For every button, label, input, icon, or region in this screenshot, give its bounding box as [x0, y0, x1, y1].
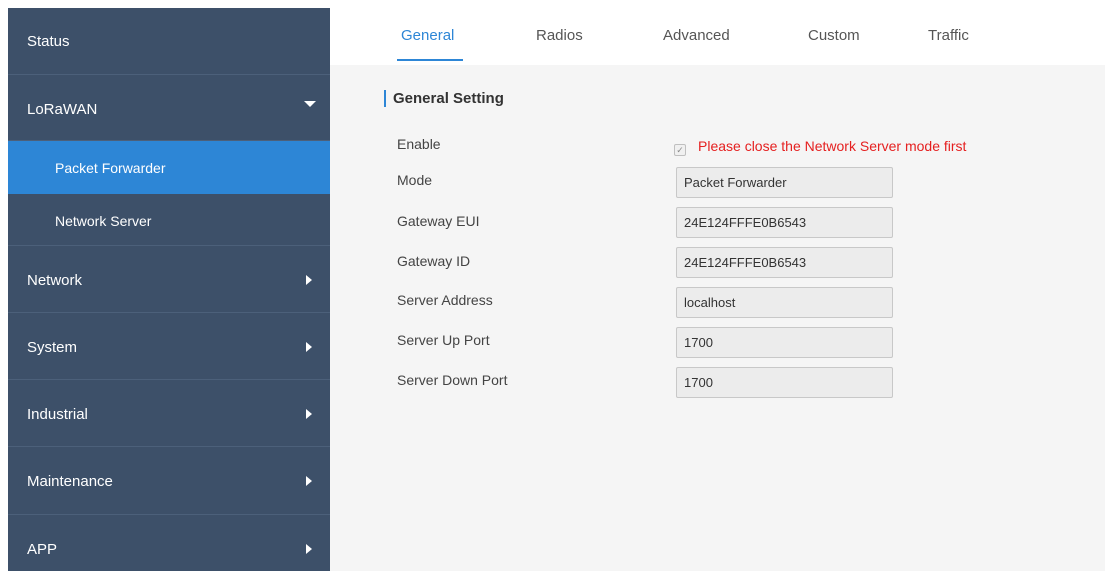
server-down-port-label: Server Down Port [397, 372, 508, 388]
tab-bar: General Radios Advanced Custom Traffic [330, 8, 1105, 65]
sidebar-item-app[interactable]: APP [8, 515, 330, 571]
tab-traffic[interactable]: Traffic [928, 27, 969, 44]
main-content: General Radios Advanced Custom Traffic G… [330, 8, 1105, 571]
warning-message: Please close the Network Server mode fir… [698, 138, 967, 154]
tab-advanced[interactable]: Advanced [663, 27, 730, 44]
tab-radios[interactable]: Radios [536, 27, 583, 44]
sidebar-nav: Status LoRaWAN Packet Forwarder Network … [8, 8, 330, 571]
server-address-label: Server Address [397, 292, 493, 308]
sidebar-item-lorawan[interactable]: LoRaWAN [8, 75, 330, 141]
sidebar-item-label: APP [27, 541, 58, 558]
sidebar-item-industrial[interactable]: Industrial [8, 380, 330, 447]
sidebar-item-label: Maintenance [27, 473, 113, 490]
sidebar-item-maintenance[interactable]: Maintenance [8, 447, 330, 515]
gateway-eui-field[interactable] [676, 207, 893, 238]
sidebar-item-status[interactable]: Status [8, 8, 330, 75]
chevron-right-icon [306, 275, 312, 285]
tab-custom[interactable]: Custom [808, 27, 860, 44]
sidebar-item-system[interactable]: System [8, 313, 330, 380]
enable-label: Enable [397, 136, 441, 152]
sidebar-subitem-packet-forwarder[interactable]: Packet Forwarder [8, 141, 330, 194]
chevron-right-icon [306, 544, 312, 554]
tab-general[interactable]: General [401, 27, 454, 44]
sidebar-subitem-label: Network Server [55, 213, 152, 229]
chevron-down-icon [304, 101, 316, 107]
sidebar-item-network[interactable]: Network [8, 245, 330, 313]
server-address-field[interactable] [676, 287, 893, 318]
active-tab-indicator [397, 59, 463, 61]
sidebar-subitem-network-server[interactable]: Network Server [8, 194, 330, 245]
sidebar-item-label: Network [27, 272, 83, 289]
sidebar-item-label: System [27, 339, 78, 356]
mode-field[interactable] [676, 167, 893, 198]
enable-checkbox[interactable]: ✓ [674, 144, 686, 156]
server-up-port-label: Server Up Port [397, 332, 490, 348]
server-up-port-field[interactable] [676, 327, 893, 358]
sidebar-item-label: LoRaWAN [27, 101, 98, 118]
sidebar-item-label: Industrial [27, 406, 88, 423]
gateway-id-label: Gateway ID [397, 253, 471, 269]
gateway-id-field[interactable] [676, 247, 893, 278]
sidebar-subitem-label: Packet Forwarder [55, 160, 166, 176]
section-title: General Setting [384, 90, 504, 107]
chevron-right-icon [306, 476, 312, 486]
chevron-right-icon [306, 409, 312, 419]
gateway-eui-label: Gateway EUI [397, 213, 480, 229]
chevron-right-icon [306, 342, 312, 352]
sidebar-item-label: Status [27, 33, 70, 50]
server-down-port-field[interactable] [676, 367, 893, 398]
mode-label: Mode [397, 172, 433, 188]
